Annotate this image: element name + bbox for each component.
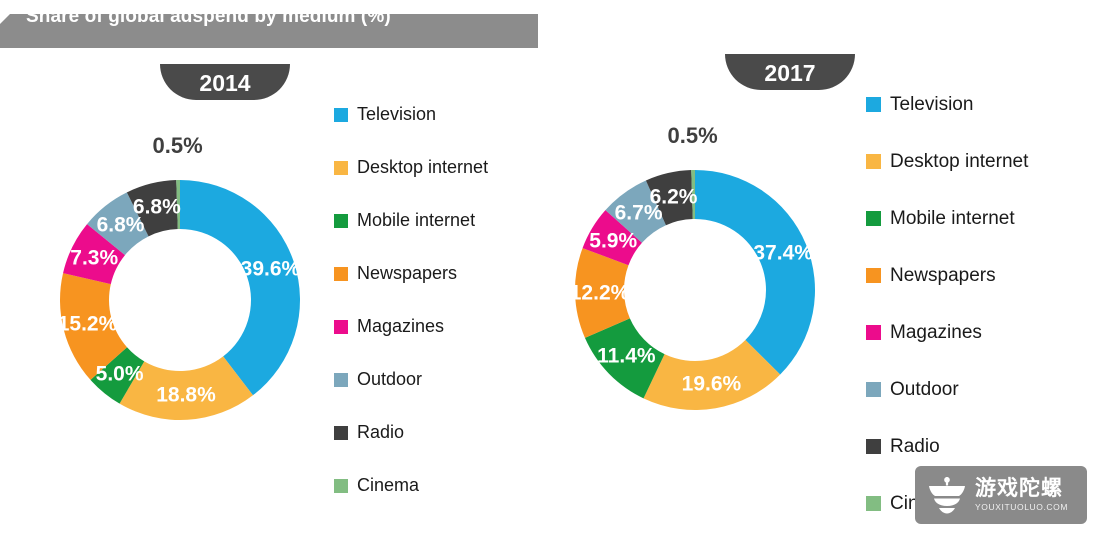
donut-svg — [59, 180, 301, 420]
legend-2014: Television Desktop internet Mobile interne… — [334, 88, 488, 512]
legend-2017: Television Desktop internet Mobile interne… — [866, 76, 1028, 532]
watermark-text: 游戏陀螺 YOUXITUOLUO.COM — [975, 476, 1069, 512]
legend-item-newspapers[interactable]: Newspapers — [866, 247, 1028, 304]
legend-item-magazines[interactable]: Magazines — [334, 300, 488, 353]
legend-item-label: Mobile internet — [890, 207, 1015, 229]
donut-slice-television[interactable] — [695, 170, 815, 375]
legend-item-label: Magazines — [357, 316, 445, 336]
legend-item-label: Television — [890, 93, 974, 115]
legend-item-label: Desktop internet — [357, 157, 489, 177]
legend-item-mobile-internet[interactable]: Mobile internet — [334, 194, 488, 247]
legend-swatch-icon — [866, 211, 881, 226]
legend-item-radio[interactable]: Radio — [334, 406, 488, 459]
slice-value-cinema: 0.5% — [152, 133, 203, 159]
legend-item-newspapers[interactable]: Newspapers — [334, 247, 488, 300]
legend-swatch-icon — [866, 325, 881, 340]
legend-item-desktop-internet[interactable]: Desktop internet — [866, 133, 1028, 190]
legend-item-label: Outdoor — [890, 378, 959, 400]
legend-item-television[interactable]: Television — [866, 76, 1028, 133]
legend-item-cinema[interactable]: Cinema — [334, 459, 488, 512]
legend-item-label: Magazines — [890, 321, 982, 343]
legend-item-label: Radio — [890, 435, 940, 457]
legend-item-label: Radio — [357, 422, 405, 442]
donut-chart-2017 — [574, 169, 816, 411]
page-title: Share of global adspend by medium (%) — [26, 6, 391, 27]
legend-swatch-icon — [866, 496, 881, 511]
legend-item-mobile-internet[interactable]: Mobile internet — [866, 190, 1028, 247]
legend-swatch-icon — [334, 425, 348, 440]
legend-item-label: Outdoor — [357, 369, 423, 389]
legend-item-desktop-internet[interactable]: Desktop internet — [334, 141, 488, 194]
legend-swatch-icon — [334, 266, 348, 281]
legend-swatch-icon — [334, 372, 348, 387]
watermark-badge: 游戏陀螺 YOUXITUOLUO.COM — [915, 466, 1087, 524]
watermark-url: YOUXITUOLUO.COM — [975, 501, 1069, 512]
legend-item-label: Mobile internet — [357, 210, 476, 230]
legend-item-outdoor[interactable]: Outdoor — [334, 353, 488, 406]
legend-swatch-icon — [866, 154, 881, 169]
donut-chart-2014 — [59, 179, 301, 421]
legend-swatch-icon — [334, 319, 348, 334]
legend-swatch-icon — [334, 107, 348, 122]
legend-swatch-icon — [866, 268, 881, 283]
legend-item-magazines[interactable]: Magazines — [866, 304, 1028, 361]
legend-item-label: Newspapers — [890, 264, 996, 286]
donut-svg — [575, 170, 815, 410]
legend-item-label: Television — [357, 104, 437, 124]
slice-value-cinema: 0.5% — [667, 123, 718, 149]
legend-swatch-icon — [334, 213, 348, 228]
year-label-2017: 2017 — [725, 54, 855, 90]
legend-item-label: Newspapers — [357, 263, 458, 283]
legend-item-label: Cinema — [357, 475, 420, 495]
legend-swatch-icon — [866, 382, 881, 397]
legend-swatch-icon — [866, 97, 881, 112]
legend-swatch-icon — [334, 160, 348, 175]
legend-swatch-icon — [334, 478, 348, 493]
legend-item-outdoor[interactable]: Outdoor — [866, 361, 1028, 418]
legend-swatch-icon — [866, 439, 881, 454]
legend-item-television[interactable]: Television — [334, 88, 488, 141]
year-label-2014: 2014 — [160, 64, 290, 100]
watermark-title: 游戏陀螺 — [975, 476, 1063, 500]
spinning-top-icon — [929, 477, 965, 514]
legend-item-label: Desktop internet — [890, 150, 1029, 172]
donut-slice-television[interactable] — [180, 180, 301, 396]
